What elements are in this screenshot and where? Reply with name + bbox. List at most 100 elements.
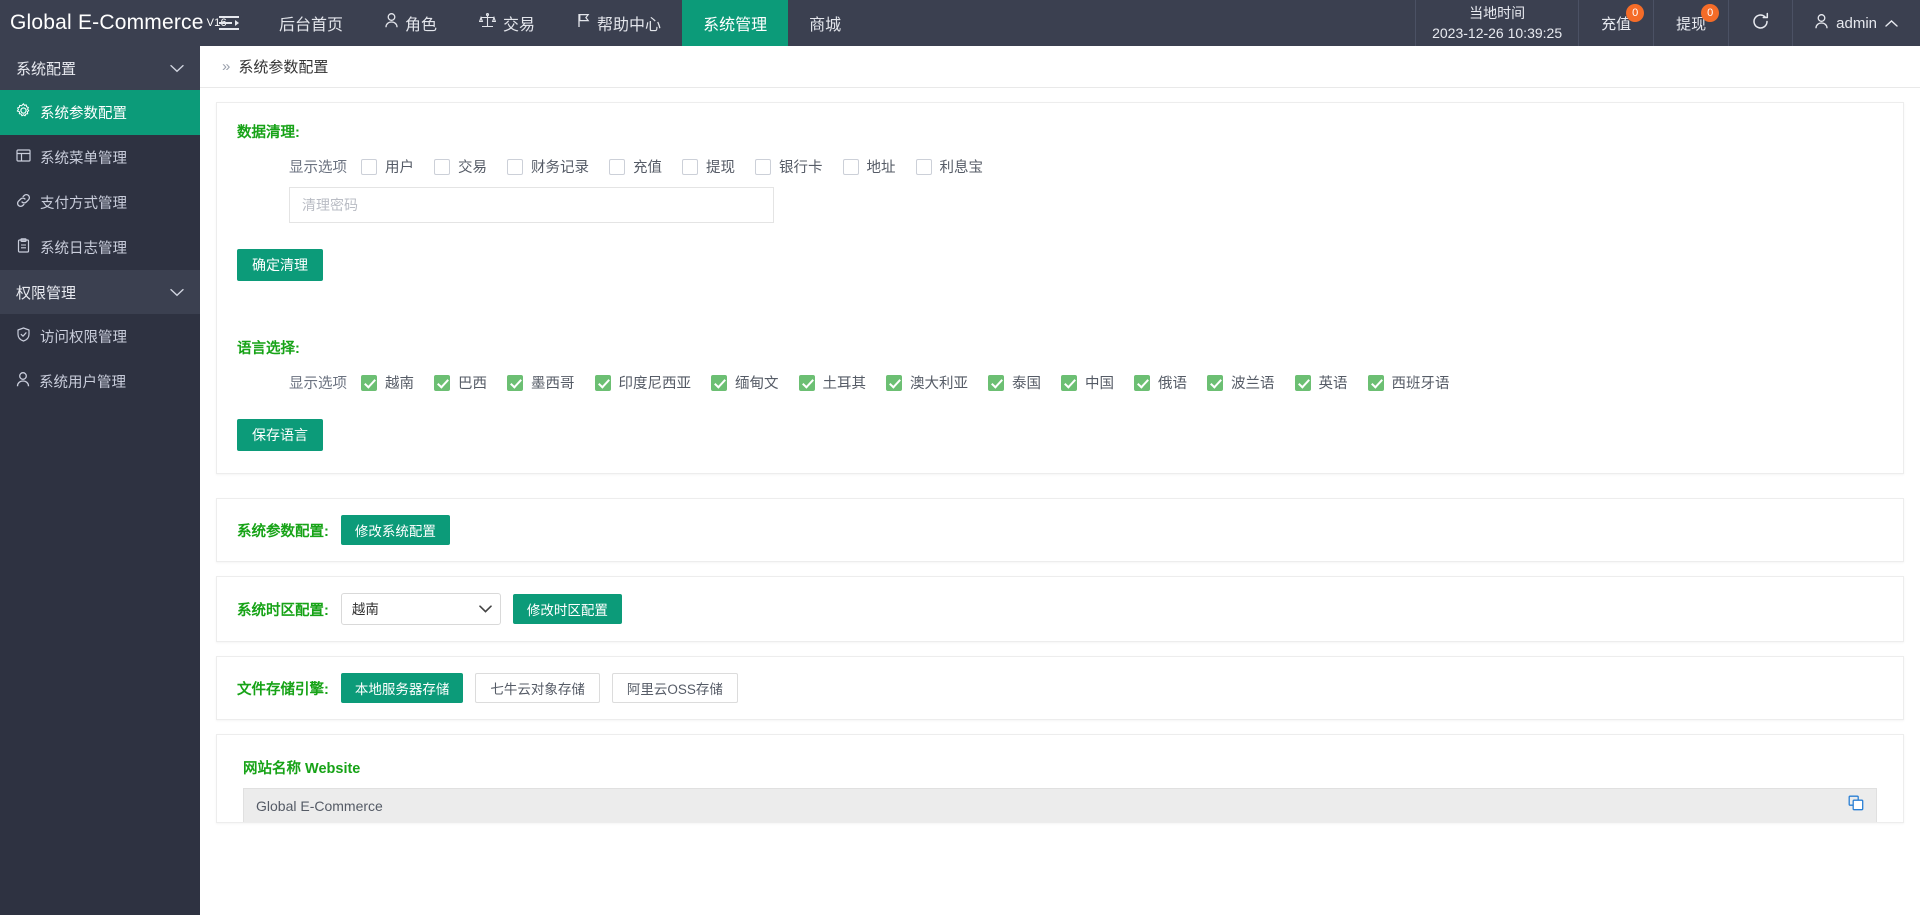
checkbox-label-clean-recharge: 充值 (633, 160, 662, 176)
nav-item-help-center[interactable]: 帮助中心 (556, 0, 682, 46)
data-clean-options-label: 显示选项 (289, 160, 347, 176)
sidebar: 系统配置 系统参数配置 系统菜单管理 支付方式管理 系统日志管理 权限管理 访问… (0, 46, 200, 915)
sidebar-item-payment-methods[interactable]: 支付方式管理 (0, 180, 200, 225)
checkbox-clean-withdraw[interactable] (682, 158, 698, 175)
checkbox-lang-turkey[interactable] (798, 374, 815, 391)
app-root: Global E-Commerce V16 后台首页 角色 交易 帮助中心 系统管… (0, 0, 1920, 915)
panel-clean-language: 数据清理: 显示选项 用户 交易 财务记录 充值 提现 银行卡 地址 利息宝 清… (216, 102, 1904, 474)
checkbox-clean-recharge[interactable] (609, 158, 625, 175)
checkbox-lang-brazil[interactable] (434, 374, 450, 391)
timezone-title: 系统时区配置: (237, 602, 329, 619)
checkbox-label-lang-indonesia: 印度尼西亚 (618, 376, 692, 392)
recharge-badge: 0 (1626, 4, 1645, 22)
main-content: » 系统参数配置 数据清理: 显示选项 用户 交易 财务记录 充值 提现 银行卡… (200, 46, 1920, 915)
checkbox-lang-vietnam[interactable] (361, 374, 377, 391)
clean-password-input[interactable] (289, 187, 774, 223)
checkbox-lang-russian[interactable] (1134, 374, 1150, 391)
site-name-title: 网站名称 Website (243, 761, 361, 777)
panel-storage-engine: 文件存储引擎: 本地服务器存储 七牛云对象存储 阿里云OSS存储 (216, 656, 1904, 720)
nav-item-role[interactable]: 角色 (364, 0, 458, 46)
checkbox-lang-china[interactable] (1061, 374, 1077, 391)
nav-item-system-management[interactable]: 系统管理 (682, 0, 789, 46)
checkbox-label-clean-withdraw: 提现 (706, 160, 735, 176)
storage-option-local[interactable]: 本地服务器存储 (340, 673, 464, 703)
local-time-value: 2023-12-26 10:39:25 (1432, 25, 1563, 41)
clean-password-wrapper (237, 187, 1883, 223)
hamburger-icon[interactable] (200, 0, 258, 46)
copy-icon[interactable] (1848, 795, 1864, 816)
link-icon (16, 193, 31, 212)
edit-system-config-button[interactable]: 修改系统配置 (340, 515, 450, 545)
checkbox-clean-lixibao[interactable] (915, 158, 932, 175)
sidebar-group-label: 系统配置 (16, 60, 77, 78)
breadcrumb-chevron-icon: » (222, 58, 231, 75)
recharge-button[interactable]: 充值 0 (1578, 0, 1653, 46)
checkbox-lang-burmese[interactable] (711, 374, 727, 391)
clean-action-row: 确定清理 (237, 249, 1883, 281)
checkbox-lang-english[interactable] (1294, 374, 1311, 391)
checkbox-label-clean-address: 地址 (866, 160, 896, 176)
storage-option-qiniu[interactable]: 七牛云对象存储 (475, 673, 600, 703)
timezone-select[interactable]: 越南 (340, 593, 501, 625)
checkbox-clean-user[interactable] (361, 158, 377, 175)
site-name-field[interactable] (243, 788, 1877, 822)
sidebar-item-access-permissions[interactable]: 访问权限管理 (0, 314, 200, 359)
clipboard-icon (16, 238, 31, 257)
refresh-button[interactable] (1728, 0, 1792, 46)
chevron-up-icon (1885, 15, 1898, 32)
nav-item-mall[interactable]: 商城 (788, 0, 862, 46)
gear-icon (16, 103, 31, 122)
checkbox-lang-polish[interactable] (1207, 374, 1223, 391)
checkbox-clean-address[interactable] (842, 158, 859, 175)
checkbox-label-lang-vietnam: 越南 (385, 376, 414, 392)
checkbox-label-lang-thailand: 泰国 (1012, 376, 1041, 392)
checkbox-lang-australia[interactable] (886, 374, 902, 391)
language-title: 语言选择: (237, 341, 300, 357)
checkbox-label-lang-polish: 波兰语 (1231, 376, 1275, 392)
refresh-icon (1751, 12, 1770, 35)
withdraw-button[interactable]: 提现 0 (1653, 0, 1728, 46)
checkbox-label-lang-spanish: 西班牙语 (1391, 376, 1450, 392)
chevron-down-icon (170, 60, 184, 77)
timezone-select-wrapper: 越南 (340, 593, 501, 625)
checkbox-clean-transaction[interactable] (434, 158, 450, 175)
sidebar-item-system-users[interactable]: 系统用户管理 (0, 359, 200, 404)
sidebar-item-system-logs[interactable]: 系统日志管理 (0, 225, 200, 270)
brand-logo[interactable]: Global E-Commerce V16 (0, 0, 227, 46)
site-name-input[interactable] (256, 797, 1848, 814)
checkbox-label-lang-mexico: 墨西哥 (531, 376, 575, 392)
checkbox-lang-indonesia[interactable] (594, 374, 611, 391)
nav-item-transactions[interactable]: 交易 (458, 0, 556, 46)
storage-engine-row: 文件存储引擎: 本地服务器存储 七牛云对象存储 阿里云OSS存储 (217, 657, 1903, 719)
save-language-button[interactable]: 保存语言 (237, 419, 323, 451)
checkbox-lang-spanish[interactable] (1367, 374, 1384, 391)
main-nav: 后台首页 角色 交易 帮助中心 系统管理 商城 (258, 0, 862, 46)
storage-option-aliyun-oss[interactable]: 阿里云OSS存储 (611, 673, 738, 703)
window-icon (16, 148, 31, 167)
nav-label: 帮助中心 (597, 17, 662, 34)
sidebar-group-permissions[interactable]: 权限管理 (0, 270, 200, 314)
nav-label: 后台首页 (279, 17, 344, 34)
sidebar-item-system-menu[interactable]: 系统菜单管理 (0, 135, 200, 180)
user-menu[interactable]: admin (1792, 0, 1920, 46)
sidebar-item-label: 访问权限管理 (40, 330, 127, 346)
sidebar-item-label: 系统日志管理 (40, 241, 127, 257)
language-section: 语言选择: 显示选项 越南 巴西 墨西哥 印度尼西亚 缅甸文 土耳其 澳大利亚 … (217, 303, 1903, 473)
sidebar-item-system-params[interactable]: 系统参数配置 (0, 90, 200, 135)
sidebar-item-label: 系统用户管理 (39, 375, 126, 391)
checkbox-lang-mexico[interactable] (507, 374, 523, 391)
shield-icon (16, 327, 31, 346)
nav-item-dashboard[interactable]: 后台首页 (258, 0, 364, 46)
checkbox-label-lang-burmese: 缅甸文 (735, 376, 779, 392)
confirm-clean-button[interactable]: 确定清理 (237, 249, 323, 281)
top-header: Global E-Commerce V16 后台首页 角色 交易 帮助中心 系统管… (0, 0, 1920, 46)
checkbox-label-clean-transaction: 交易 (458, 160, 487, 176)
checkbox-lang-thailand[interactable] (988, 374, 1004, 391)
checkbox-clean-bankcard[interactable] (755, 158, 771, 175)
checkbox-label-clean-bankcard: 银行卡 (779, 160, 823, 176)
checkbox-label-lang-brazil: 巴西 (458, 376, 487, 392)
edit-timezone-button[interactable]: 修改时区配置 (512, 594, 622, 624)
sidebar-group-system-config[interactable]: 系统配置 (0, 46, 200, 90)
checkbox-clean-finance-record[interactable] (507, 158, 523, 175)
user-icon (1815, 13, 1828, 33)
